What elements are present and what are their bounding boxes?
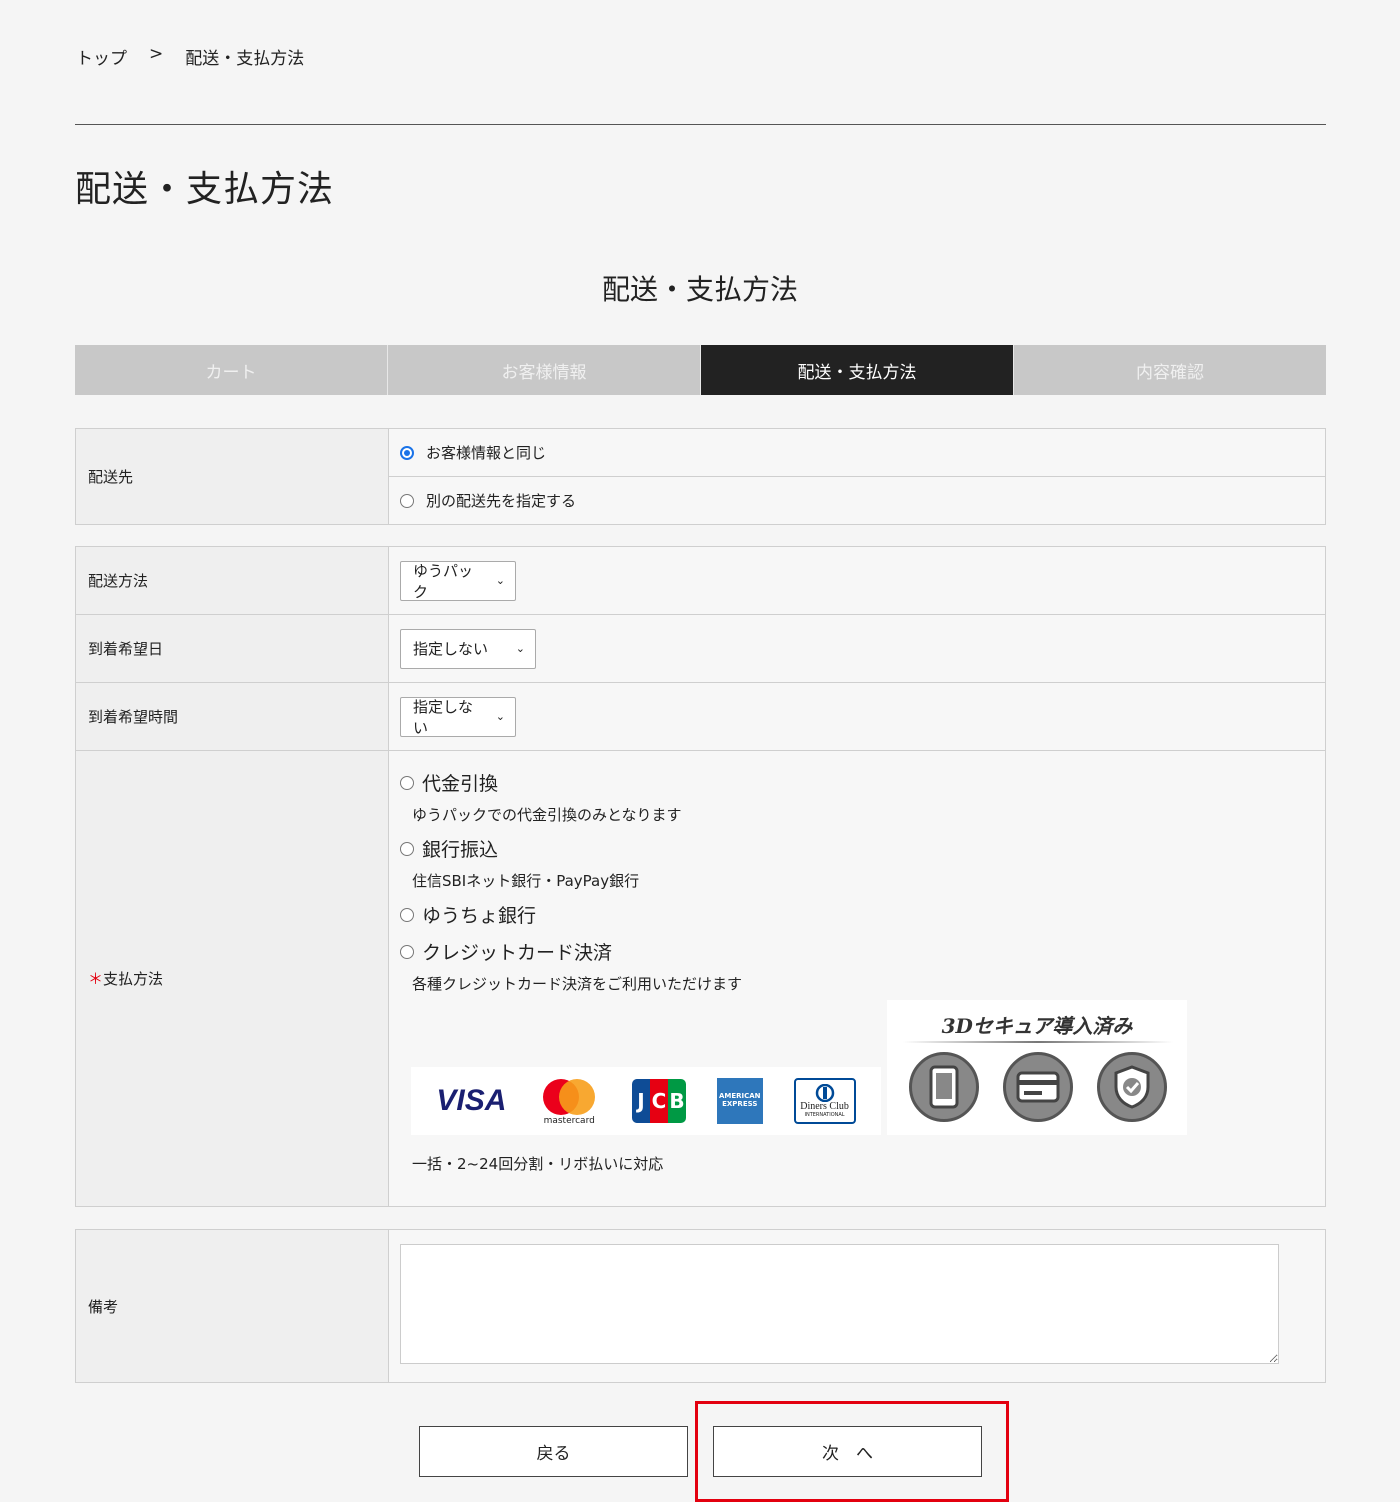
payment-bank-note: 住信SBIネット銀行・PayPay銀行 [412,872,640,890]
payment-cod-note: ゆうパックでの代金引換のみとなります [412,806,682,824]
step-shipping-payment: 配送・支払方法 [701,345,1014,395]
payment-bank-radio[interactable] [400,841,414,856]
diners-club-logo: Diners Club INTERNATIONAL [793,1078,856,1124]
smartphone-icon [909,1052,979,1122]
shipping-method-value: ゆうパック [413,561,474,601]
shipping-destination-table: 配送先 お客様情報と同じ 別の配送先を指定する [75,428,1326,525]
dest-same-label[interactable]: お客様情報と同じ [426,442,546,463]
amex-logo: AMERICAN EXPRESS [716,1078,763,1124]
divider [903,1041,1173,1043]
payment-method-label: ＊支払方法 [75,750,389,1207]
step-confirm: 内容確認 [1014,345,1326,395]
chevron-down-icon: ⌄ [495,710,505,723]
payment-option-bank[interactable]: 銀行振込 [400,835,1325,862]
arrival-date-label: 到着希望日 [75,614,389,683]
payment-option-yucho[interactable]: ゆうちょ銀行 [400,901,1325,928]
payment-option-cod[interactable]: 代金引換 [400,769,1325,796]
checkout-steps: カート お客様情報 配送・支払方法 内容確認 [75,345,1326,395]
page-title: 配送・支払方法 [75,169,335,210]
breadcrumb-home-link[interactable]: トップ [76,44,127,69]
chevron-down-icon: ⌄ [495,574,505,587]
payment-label-text: 支払方法 [103,970,164,988]
payment-cod-radio[interactable] [400,775,414,790]
remarks-textarea[interactable] [400,1244,1279,1364]
shield-check-icon [1097,1052,1167,1122]
payment-cod-label[interactable]: 代金引換 [422,769,498,796]
visa-logo: VISA [436,1084,507,1117]
shipping-destination-label: 配送先 [75,428,389,525]
installments-note: 一括・2~24回分割・リボ払いに対応 [412,1155,664,1173]
card-brand-logos: VISA mastercard J C B AMERICAN EXPRESS Di… [411,1067,881,1135]
step-cart: カート [75,345,388,395]
step-customer-info: お客様情報 [388,345,701,395]
shipping-payment-table: 配送方法 ゆうパック ⌄ 到着希望日 指定しない ⌄ 到着希望時間 指定しない … [75,546,1326,1207]
remarks-label: 備考 [75,1229,389,1383]
dest-other-radio[interactable] [400,493,414,508]
dest-same-radio[interactable] [400,445,414,460]
shipping-method-select[interactable]: ゆうパック ⌄ [400,560,516,601]
remarks-table: 備考 [75,1229,1326,1383]
payment-bank-label[interactable]: 銀行振込 [422,835,498,862]
3d-secure-title: 3Dセキュア導入済み [941,1014,1133,1038]
arrival-time-label: 到着希望時間 [75,682,389,751]
back-button[interactable]: 戻る [419,1426,688,1477]
payment-credit-note: 各種クレジットカード決済をご利用いただけます [412,975,743,993]
arrival-time-value: 指定しない [413,697,474,737]
payment-credit-label[interactable]: クレジットカード決済 [422,938,612,965]
chevron-down-icon: ⌄ [515,642,525,655]
breadcrumb: トップ > 配送・支払方法 [76,44,304,69]
3d-secure-badge: 3Dセキュア導入済み [887,1000,1187,1135]
payment-yucho-label[interactable]: ゆうちょ銀行 [422,901,536,928]
divider [75,124,1326,125]
section-title: 配送・支払方法 [601,273,798,306]
mastercard-logo: mastercard [537,1076,601,1126]
arrival-date-value: 指定しない [413,640,489,658]
arrival-date-select[interactable]: 指定しない ⌄ [400,628,536,669]
payment-yucho-radio[interactable] [400,907,414,922]
payment-option-credit[interactable]: クレジットカード決済 [400,938,1325,965]
credit-card-icon [1003,1052,1073,1122]
breadcrumb-separator: > [149,44,164,64]
jcb-logo: J C B [631,1079,686,1123]
breadcrumb-current: 配送・支払方法 [185,49,305,69]
dest-same-option[interactable]: お客様情報と同じ [400,429,1325,476]
highlight-box [695,1401,1009,1502]
payment-credit-radio[interactable] [400,944,414,959]
payment-logos: VISA mastercard J C B AMERICAN EXPRESS Di… [411,1000,1325,1135]
dest-other-label[interactable]: 別の配送先を指定する [426,490,576,511]
shipping-method-label: 配送方法 [75,546,389,615]
arrival-time-select[interactable]: 指定しない ⌄ [400,696,516,737]
dest-other-option[interactable]: 別の配送先を指定する [400,477,1325,524]
required-mark: ＊ [88,970,104,988]
